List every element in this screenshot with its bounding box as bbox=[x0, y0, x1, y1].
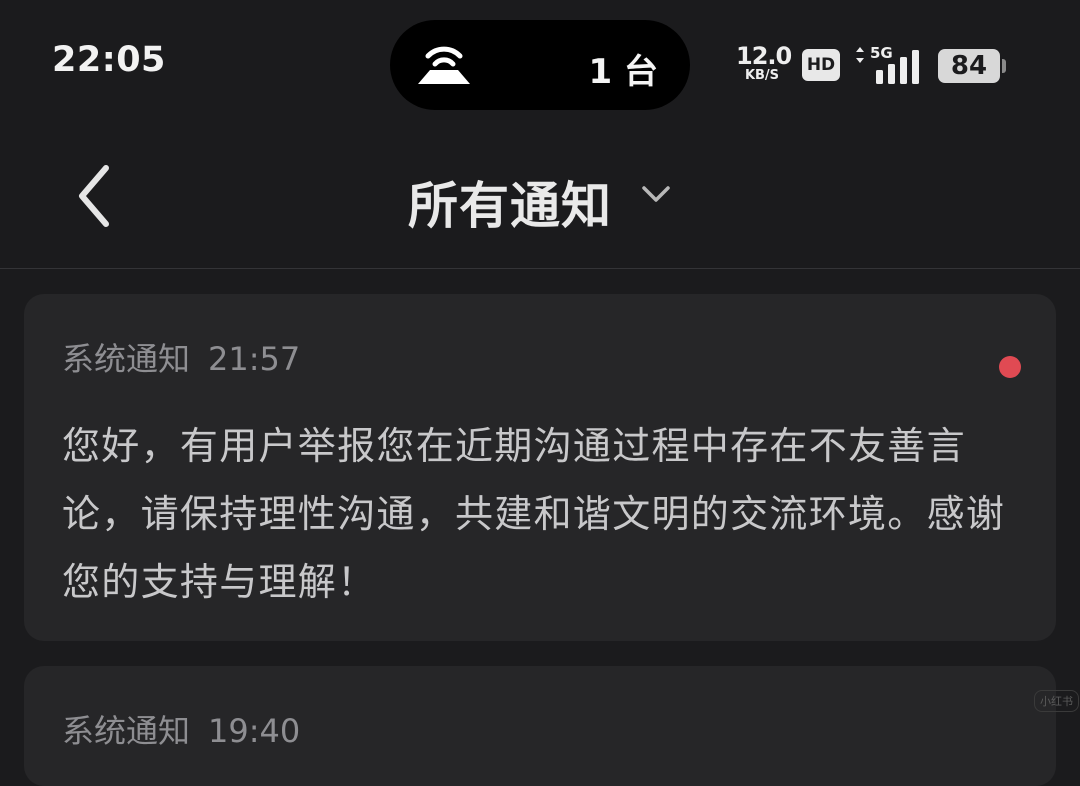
notification-card[interactable]: 系统通知 21:57 您好，有用户举报您在近期沟通过程中存在不友善言论，请保持理性… bbox=[24, 294, 1056, 641]
hd-voice-badge: HD bbox=[802, 49, 840, 81]
connected-devices-count: 1 台 bbox=[588, 52, 659, 92]
network-speed: 12.0 KB/S bbox=[736, 42, 792, 83]
page-header: 所有通知 bbox=[0, 130, 1080, 268]
back-button[interactable] bbox=[62, 154, 132, 238]
wifi-router-icon bbox=[414, 42, 474, 92]
chevron-down-icon bbox=[642, 186, 670, 202]
network-speed-unit: KB/S bbox=[744, 68, 780, 83]
header-divider bbox=[0, 268, 1080, 269]
data-arrows-icon bbox=[854, 46, 866, 68]
status-bar: 22:05 1 台 12.0 KB/S HD 5G 84 bbox=[0, 0, 1080, 130]
status-time: 22:05 bbox=[52, 40, 166, 80]
page-title[interactable]: 所有通知 bbox=[408, 166, 612, 238]
dynamic-island[interactable]: 1 台 bbox=[390, 20, 690, 110]
notification-source: 系统通知 bbox=[62, 712, 191, 750]
notification-card[interactable]: 系统通知 19:40 bbox=[24, 666, 1056, 786]
notification-time: 21:57 bbox=[208, 340, 301, 378]
watermark-logo: 小红书 bbox=[1034, 690, 1079, 712]
notification-meta: 系统通知 21:57 bbox=[62, 334, 300, 380]
cellular-signal: 5G bbox=[854, 44, 924, 86]
unread-indicator bbox=[999, 356, 1021, 378]
notification-meta: 系统通知 19:40 bbox=[62, 706, 300, 752]
battery-level: 84 bbox=[938, 49, 1006, 83]
notification-time: 19:40 bbox=[208, 712, 301, 750]
signal-bars-icon bbox=[876, 48, 922, 88]
chevron-left-icon bbox=[79, 165, 109, 227]
notification-body: 您好，有用户举报您在近期沟通过程中存在不友善言论，请保持理性沟通，共建和谐文明的… bbox=[62, 424, 1006, 604]
filter-dropdown[interactable] bbox=[636, 180, 676, 210]
network-speed-value: 12.0 bbox=[736, 42, 792, 70]
notification-source: 系统通知 bbox=[62, 340, 191, 378]
